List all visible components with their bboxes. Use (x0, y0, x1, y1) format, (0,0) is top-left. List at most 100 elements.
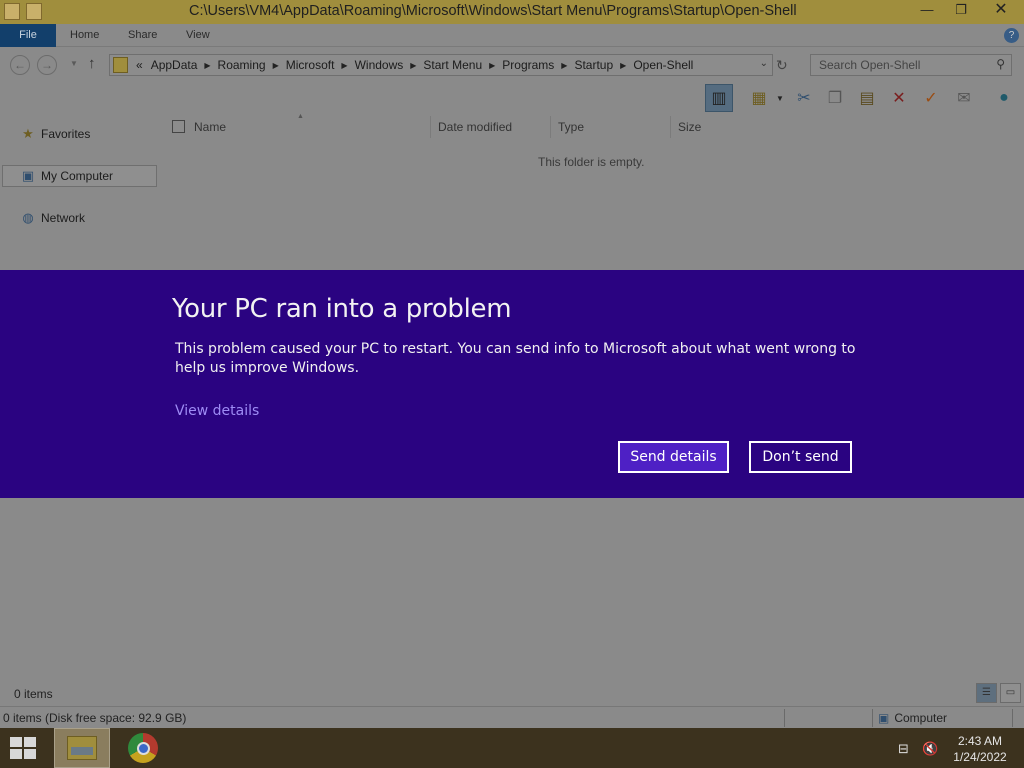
cut-icon[interactable]: ✂ (790, 84, 818, 112)
address-bar[interactable]: « AppData ▶ Roaming ▶ Microsoft ▶ Window… (109, 54, 773, 76)
column-date-modified[interactable]: Date modified (438, 120, 512, 134)
ribbon-tabs: File Home Share View ? (0, 24, 1024, 47)
classic-explorer-toolbar: ▥ ▦ ▼ ✂ ❐ ▤ ✕ ✓ ✉ ● (0, 84, 1024, 114)
status-divider (1012, 709, 1013, 727)
back-button[interactable]: ← (10, 55, 30, 75)
new-folder-icon[interactable] (26, 3, 42, 20)
taskbar-chrome[interactable] (128, 733, 158, 763)
email-icon[interactable]: ✉ (950, 84, 978, 112)
properties-icon[interactable] (4, 3, 20, 20)
address-dropdown-icon[interactable]: ⌄ (760, 58, 768, 69)
title-bar[interactable]: C:\Users\VM4\AppData\Roaming\Microsoft\W… (0, 0, 1024, 24)
status-bar: 0 items (Disk free space: 92.9 GB) ▣ Com… (0, 706, 1024, 728)
clock-time: 2:43 AM (957, 734, 1003, 748)
restore-button[interactable]: ❐ (944, 0, 978, 22)
view-toggle: ☰ ▭ (976, 683, 1021, 703)
tab-file[interactable]: File (0, 24, 56, 47)
network-tray-icon[interactable]: ⊟ (898, 741, 909, 757)
sort-arrow-icon: ▲ (297, 113, 304, 120)
up-button[interactable]: ↑ (88, 55, 96, 72)
status-divider (872, 709, 873, 727)
properties-check-icon[interactable]: ✓ (917, 84, 945, 112)
breadcrumb: « AppData ▶ Roaming ▶ Microsoft ▶ Window… (132, 58, 697, 72)
navigation-pane-button[interactable]: ▥ (705, 84, 733, 112)
delete-icon[interactable]: ✕ (885, 84, 913, 112)
tab-view[interactable]: View (186, 24, 210, 47)
clock-date: 1/24/2022 (953, 750, 1007, 764)
breadcrumb-item[interactable]: Microsoft (282, 58, 339, 72)
breadcrumb-separator-icon[interactable]: ▶ (338, 61, 350, 70)
nav-item-label: Favorites (41, 127, 91, 141)
open-shell-icon[interactable]: ● (990, 84, 1018, 112)
tab-home[interactable]: Home (70, 24, 99, 47)
breadcrumb-item[interactable]: Open-Shell (629, 58, 697, 72)
help-icon[interactable]: ? (1004, 28, 1019, 43)
computer-icon: ▣ (878, 711, 890, 725)
breadcrumb-item[interactable]: Windows (351, 58, 408, 72)
disk-free-space: 0 items (Disk free space: 92.9 GB) (3, 711, 187, 725)
send-details-button[interactable]: Send details (618, 441, 729, 473)
start-button[interactable] (10, 737, 38, 759)
taskbar (0, 728, 1024, 768)
error-message: This problem caused your PC to restart. … (175, 341, 856, 376)
nav-item-favorites[interactable]: ★ Favorites (0, 123, 160, 145)
tab-share[interactable]: Share (128, 24, 157, 47)
file-explorer-icon (67, 736, 97, 760)
nav-item-network[interactable]: ◍ Network (0, 207, 160, 229)
dont-send-button[interactable]: Don’t send (749, 441, 852, 473)
volume-muted-icon[interactable]: 🔇 (922, 741, 938, 757)
details-view-icon[interactable]: ☰ (976, 683, 997, 703)
error-dialog: Your PC ran into a problem This problem … (0, 270, 1024, 498)
breadcrumb-item[interactable]: Start Menu (419, 58, 486, 72)
folder-icon (113, 57, 128, 73)
breadcrumb-separator-icon[interactable]: ▶ (617, 61, 629, 70)
breadcrumb-separator-icon[interactable]: ▶ (201, 61, 213, 70)
breadcrumb-item[interactable]: Roaming (214, 58, 270, 72)
breadcrumb-overflow[interactable]: « (132, 58, 147, 72)
column-size[interactable]: Size (678, 120, 701, 134)
column-divider[interactable] (430, 116, 431, 138)
window-title: C:\Users\VM4\AppData\Roaming\Microsoft\W… (189, 3, 797, 19)
chevron-down-icon[interactable]: ▼ (776, 94, 784, 103)
chrome-icon (136, 741, 150, 755)
breadcrumb-item[interactable]: AppData (147, 58, 202, 72)
item-count: 0 items (14, 687, 53, 701)
breadcrumb-separator-icon[interactable]: ▶ (486, 61, 498, 70)
forward-button[interactable]: → (37, 55, 57, 75)
status-divider (784, 709, 785, 727)
column-divider[interactable] (550, 116, 551, 138)
empty-folder-message: This folder is empty. (538, 155, 645, 169)
nav-item-my-computer[interactable]: ▣ My Computer (2, 165, 157, 187)
search-placeholder: Search Open-Shell (819, 58, 921, 72)
nav-item-label: My Computer (41, 169, 114, 183)
recent-locations-dropdown[interactable]: ▼ (64, 55, 84, 75)
status-location-label: Computer (894, 711, 948, 725)
star-icon: ★ (22, 126, 34, 141)
breadcrumb-item[interactable]: Programs (498, 58, 558, 72)
close-button[interactable]: ✕ (978, 0, 1024, 22)
view-details-link[interactable]: View details (175, 403, 259, 419)
taskbar-file-explorer[interactable] (54, 728, 110, 768)
nav-item-label: Network (41, 211, 86, 225)
folder-options-button[interactable]: ▦ (745, 84, 773, 112)
column-name[interactable]: Name (194, 120, 226, 134)
taskbar-clock[interactable]: 2:43 AM 1/24/2022 (950, 733, 1010, 765)
breadcrumb-separator-icon[interactable]: ▶ (558, 61, 570, 70)
minimize-button[interactable]: — (910, 0, 944, 22)
paste-icon[interactable]: ▤ (853, 84, 881, 112)
status-location: ▣ Computer (878, 711, 947, 725)
search-icon[interactable]: ⚲ (996, 57, 1005, 71)
computer-icon: ▣ (21, 168, 35, 183)
column-type[interactable]: Type (558, 120, 584, 134)
column-divider[interactable] (670, 116, 671, 138)
column-headers: ▲ Name Date modified Type Size (162, 113, 1024, 140)
network-icon: ◍ (22, 210, 34, 225)
breadcrumb-item[interactable]: Startup (570, 58, 617, 72)
breadcrumb-separator-icon[interactable]: ▶ (270, 61, 282, 70)
refresh-button[interactable]: ↻ (776, 57, 788, 74)
search-input[interactable]: Search Open-Shell ⚲ (810, 54, 1012, 76)
breadcrumb-separator-icon[interactable]: ▶ (407, 61, 419, 70)
copy-icon[interactable]: ❐ (821, 84, 849, 112)
large-icons-view-icon[interactable]: ▭ (1000, 683, 1021, 703)
select-all-checkbox[interactable] (172, 120, 185, 133)
